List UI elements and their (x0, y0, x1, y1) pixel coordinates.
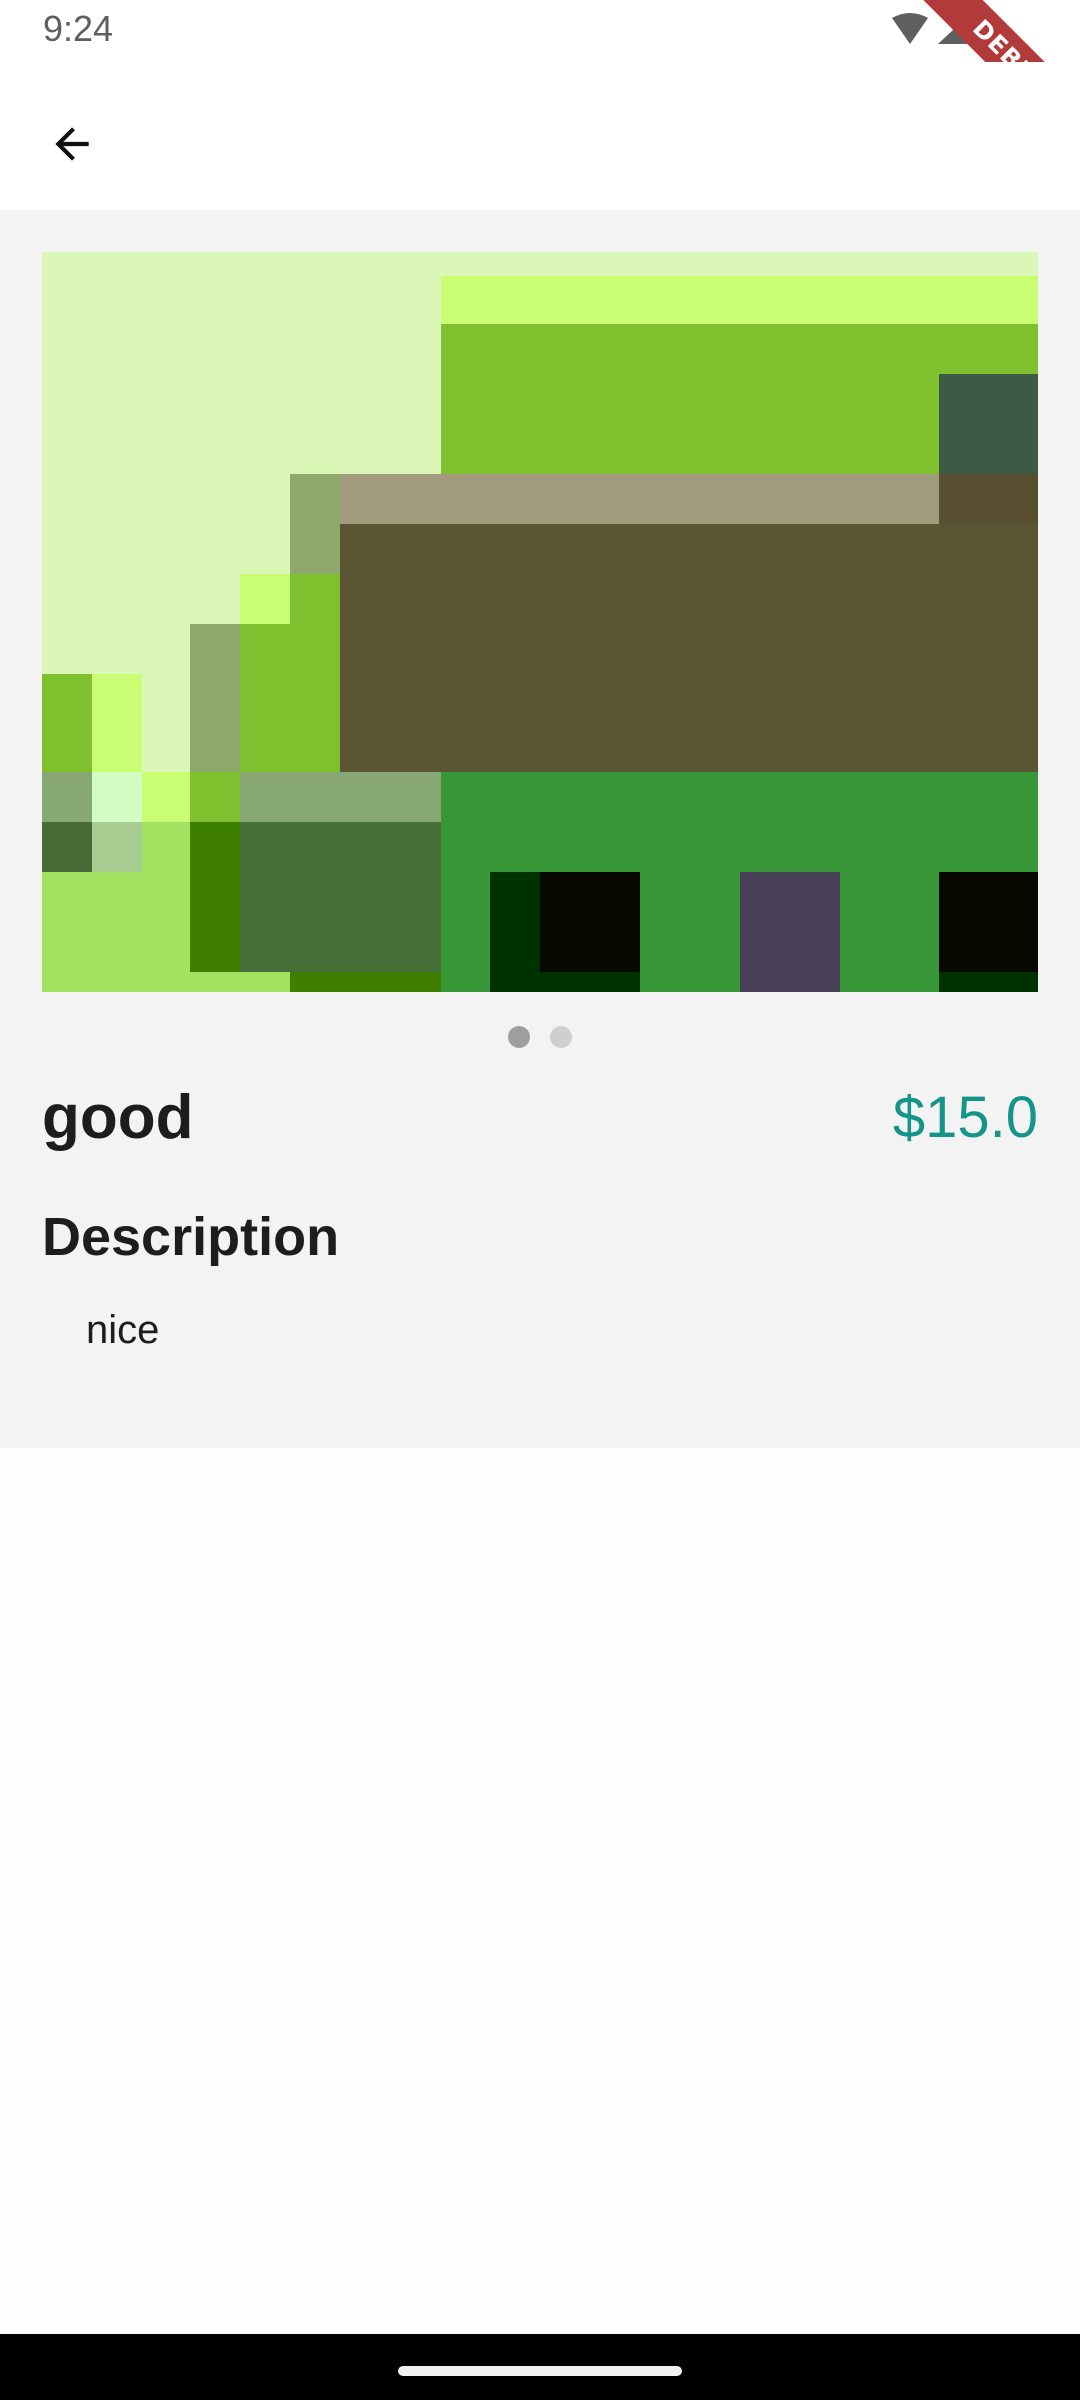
status-icons (892, 12, 998, 46)
arrow-back-icon (55, 127, 89, 161)
description-heading: Description (42, 1207, 340, 1267)
product-price: $15.0 (892, 1085, 1038, 1150)
app-bar (0, 62, 1080, 210)
product-name: good (42, 1083, 194, 1152)
status-bar: 9:24 (0, 0, 1080, 62)
product-detail-screen: 9:24 DEBUG good $15.0 Description nice (0, 0, 1080, 2400)
carousel-dot-2[interactable] (550, 1026, 572, 1048)
carousel-dot-1[interactable] (508, 1026, 530, 1048)
wifi-icon (892, 13, 928, 44)
back-button[interactable] (28, 100, 116, 188)
description-text: nice (86, 1308, 160, 1352)
status-time: 9:24 (43, 8, 114, 49)
home-gesture-handle[interactable] (398, 2366, 682, 2376)
cell-signal-icon (938, 14, 970, 44)
product-image-carousel[interactable] (42, 252, 1038, 992)
battery-icon (980, 12, 998, 46)
system-navigation-bar (0, 2334, 1080, 2400)
carousel-indicator (0, 1018, 1080, 1058)
product-content: good $15.0 Description nice (0, 210, 1080, 1448)
product-image (42, 252, 1038, 992)
